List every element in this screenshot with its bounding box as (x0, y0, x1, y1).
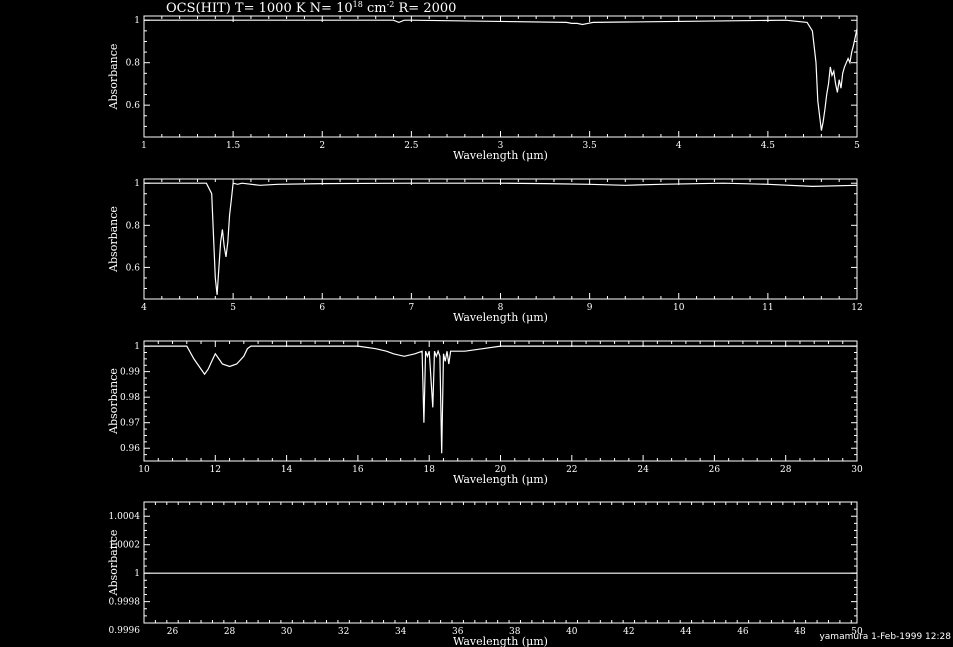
y-tick-label: 0.9996 (109, 626, 141, 636)
x-tick-label: 44 (680, 627, 692, 637)
y-tick-label: 1 (134, 179, 140, 189)
x-tick-label: 4.5 (761, 141, 776, 151)
y-tick-label: 0.9998 (109, 598, 141, 608)
y-tick-label: 0.6 (126, 101, 141, 111)
x-tick-label: 10 (138, 465, 150, 475)
y-axis-label: Absorbance (107, 368, 120, 435)
y-axis-label: Absorbance (107, 44, 120, 111)
title-cm-exponent: -2 (387, 0, 395, 9)
x-axis-label: Wavelength (μm) (453, 635, 548, 647)
x-tick-label: 28 (224, 627, 236, 637)
x-tick-label: 30 (851, 465, 863, 475)
x-tick-label: 5 (854, 141, 860, 151)
x-tick-label: 32 (338, 627, 349, 637)
x-tick-label: 26 (709, 465, 721, 475)
x-tick-label: 11 (762, 303, 773, 313)
plot-frame (143, 340, 858, 462)
x-tick-label: 2.5 (404, 141, 419, 151)
footer-text: yamamura 1-Feb-1999 12:28 (819, 632, 951, 642)
x-tick-label: 1.5 (226, 141, 241, 151)
x-tick-label: 4 (676, 141, 682, 151)
title-mid: cm (363, 1, 387, 16)
x-tick-label: 6 (319, 303, 325, 313)
x-tick-label: 2 (319, 141, 325, 151)
panel-4: 26 28 30 32 34 36 38 40 42 44 46 48 500.99960.999811… (107, 501, 863, 647)
x-tick-label: 28 (780, 465, 792, 475)
x-axis-label: Wavelength (μm) (453, 473, 548, 486)
plot-frame (143, 178, 858, 300)
panel-2: 4 5 6 7 8 9 10 11 120.60.81Wavelength (μm)Absorb… (107, 178, 863, 324)
plot-frame (143, 501, 858, 624)
x-tick-label: 46 (737, 627, 749, 637)
y-tick-label: 1.0004 (109, 512, 141, 522)
x-tick-label: 26 (167, 627, 179, 637)
x-tick-label: 9 (587, 303, 593, 313)
y-axis-label: Absorbance (107, 530, 120, 597)
x-tick-label: 3.5 (582, 141, 597, 151)
x-tick-label: 34 (395, 627, 407, 637)
x-tick-label: 7 (409, 303, 415, 313)
title-n-exponent: 18 (353, 0, 363, 9)
x-tick-label: 1 (141, 141, 147, 151)
x-tick-label: 5 (230, 303, 236, 313)
figure-title: OCS(HIT) T= 1000 K N= 1018 cm-2 R= 2000 (166, 0, 456, 16)
y-axis-label: Absorbance (107, 206, 120, 273)
x-tick-label: 16 (352, 465, 364, 475)
x-tick-label: 18 (423, 465, 435, 475)
y-tick-label: 0.96 (120, 444, 140, 454)
panel-1: 1 1.5 2 2.5 3 3.5 4 4.5 50.60.81Wavelength (μm)A… (107, 15, 860, 162)
spectrum-figure: OCS(HIT) T= 1000 K N= 1018 cm-2 R= 2000 … (107, 0, 951, 647)
x-tick-label: 30 (281, 627, 293, 637)
y-tick-label: 0.6 (126, 263, 141, 273)
x-tick-label: 4 (141, 303, 147, 313)
title-prefix: OCS(HIT) T= 1000 K N= 10 (166, 1, 353, 16)
y-tick-label: 1 (134, 569, 140, 579)
x-axis-label: Wavelength (μm) (453, 149, 548, 162)
plot-frame (143, 15, 858, 138)
x-tick-label: 24 (637, 465, 649, 475)
y-tick-label: 0.8 (126, 59, 141, 69)
x-tick-label: 12 (210, 465, 221, 475)
y-tick-label: 1 (134, 16, 140, 26)
x-tick-label: 12 (851, 303, 862, 313)
y-tick-label: 0.8 (126, 221, 141, 231)
panels: 1 1.5 2 2.5 3 3.5 4 4.5 50.60.81Wavelength (μm)A… (107, 15, 863, 647)
x-tick-label: 48 (794, 627, 806, 637)
x-tick-label: 22 (566, 465, 577, 475)
x-tick-label: 40 (566, 627, 578, 637)
series-line (144, 345, 857, 454)
x-axis-label: Wavelength (μm) (453, 311, 548, 324)
series-line (144, 19, 858, 131)
y-tick-label: 0.99 (120, 368, 140, 378)
panel-3: 10 12 14 16 18 20 22 24 26 28 300.960.970.980.991W… (107, 340, 863, 486)
x-tick-label: 10 (673, 303, 685, 313)
title-suffix: R= 2000 (394, 1, 456, 16)
y-tick-label: 0.97 (120, 419, 140, 429)
x-tick-label: 42 (623, 627, 634, 637)
y-tick-label: 1 (134, 342, 140, 352)
series-line (144, 182, 858, 295)
x-tick-label: 14 (281, 465, 293, 475)
y-tick-label: 0.98 (120, 393, 140, 403)
